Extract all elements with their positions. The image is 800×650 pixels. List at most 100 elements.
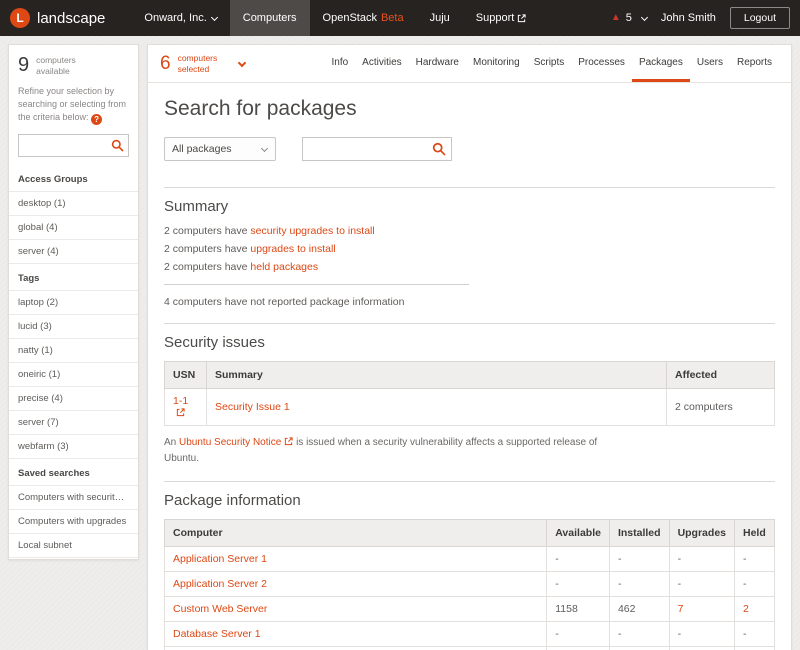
nav-item-openstack[interactable]: OpenStack Beta <box>310 0 417 36</box>
nav-item-computers[interactable]: Computers <box>230 0 310 36</box>
user-name[interactable]: John Smith <box>661 12 716 24</box>
tab-activities[interactable]: Activities <box>355 45 408 82</box>
computers-selected-control[interactable]: 6 computers selected <box>160 53 245 75</box>
search-icon[interactable] <box>111 139 124 152</box>
held-cell: - <box>735 547 775 572</box>
refine-text-body: Refine your selection by searching or se… <box>18 86 126 122</box>
computer-header: Computer <box>165 520 547 547</box>
available-cell: - <box>547 547 610 572</box>
search-icon[interactable] <box>432 142 446 156</box>
security-upgrades-link[interactable]: security upgrades to install <box>250 225 374 237</box>
access-group-item[interactable]: global (4) <box>9 216 138 240</box>
held-cell: - <box>735 572 775 597</box>
tags-title: Tags <box>9 264 138 290</box>
brand[interactable]: L landscape <box>10 0 121 36</box>
installed-cell: 462 <box>609 647 669 650</box>
issue-summary-cell: Security Issue 1 <box>207 389 667 426</box>
summary-header: Summary <box>207 362 667 389</box>
topbar-right: ▲ 5 John Smith Logout <box>611 0 800 36</box>
tab-packages[interactable]: Packages <box>632 45 690 82</box>
computer-cell: Application Server 2 <box>165 572 547 597</box>
security-issue-link[interactable]: Security Issue 1 <box>215 401 290 413</box>
external-link-icon <box>176 408 185 417</box>
available-header: Available <box>547 520 610 547</box>
tag-item[interactable]: webfarm (3) <box>9 435 138 459</box>
held-header: Held <box>735 520 775 547</box>
summary-title: Summary <box>164 198 775 215</box>
installed-cell: - <box>609 547 669 572</box>
upgrades-link[interactable]: upgrades to install <box>250 243 335 255</box>
tag-item[interactable]: natty (1) <box>9 339 138 363</box>
computer-link[interactable]: Application Server 1 <box>173 553 267 565</box>
package-filter-select[interactable]: All packages <box>164 137 276 161</box>
held-packages-link[interactable]: held packages <box>250 261 318 273</box>
usn-cell: 1-1 <box>165 389 207 426</box>
usn-note-prefix: An <box>164 437 179 448</box>
usn-note: An Ubuntu Security Notice is issued when… <box>164 435 609 466</box>
computer-link[interactable]: Custom Web Server <box>173 603 267 615</box>
usn-info-link-label: Ubuntu Security Notice <box>179 437 281 448</box>
available-count-label: computers available <box>36 55 88 75</box>
table-header-row: Computer Available Installed Upgrades He… <box>165 520 775 547</box>
help-icon[interactable]: ? <box>91 114 102 125</box>
tab-info[interactable]: Info <box>324 45 355 82</box>
logout-button[interactable]: Logout <box>730 7 790 29</box>
upgrades-count-link[interactable]: 7 <box>678 603 684 615</box>
usn-link[interactable]: 1-1 <box>173 395 188 419</box>
saved-search-item[interactable]: Computers with securit… <box>9 485 138 510</box>
tab-scripts[interactable]: Scripts <box>527 45 572 82</box>
tag-item[interactable]: laptop (2) <box>9 290 138 315</box>
saved-search-item[interactable]: Computers with upgrades <box>9 510 138 534</box>
nav-openstack-label: OpenStack <box>323 12 377 24</box>
tag-item[interactable]: server (7) <box>9 411 138 435</box>
tab-monitoring[interactable]: Monitoring <box>466 45 527 82</box>
available-cell: 1158 <box>547 647 610 650</box>
affected-header: Affected <box>667 362 775 389</box>
held-count-link[interactable]: 2 <box>743 603 749 615</box>
computer-cell: Database Server 1 <box>165 622 547 647</box>
held-cell: - <box>735 622 775 647</box>
sidebar-search <box>18 134 129 157</box>
affected-cell: 2 computers <box>667 389 775 426</box>
package-information-title: Package information <box>164 492 775 509</box>
computer-cell: HP Z400 Desktop <box>165 647 547 650</box>
tag-item[interactable]: precise (4) <box>9 387 138 411</box>
tab-hardware[interactable]: Hardware <box>409 45 466 82</box>
table-header-row: USN Summary Affected <box>165 362 775 389</box>
tab-users[interactable]: Users <box>690 45 730 82</box>
computer-cell: Custom Web Server <box>165 597 547 622</box>
computer-link[interactable]: Application Server 2 <box>173 578 267 590</box>
selected-count-label: computers selected <box>178 53 230 73</box>
main-panel: 6 computers selected Info Activities Har… <box>147 44 792 650</box>
usn-info-link[interactable]: Ubuntu Security Notice <box>179 437 293 448</box>
installed-cell: - <box>609 572 669 597</box>
main-tabs: Info Activities Hardware Monitoring Scri… <box>324 45 779 82</box>
security-issues-section: Security issues USN Summary Affected <box>164 323 775 466</box>
available-count-number: 9 <box>18 54 29 77</box>
computer-link[interactable]: Database Server 1 <box>173 628 261 640</box>
saved-search-item[interactable]: Local subnet <box>9 534 138 558</box>
access-group-item[interactable]: desktop (1) <box>9 191 138 216</box>
external-link-icon <box>284 437 293 446</box>
package-search-form: All packages <box>164 137 775 161</box>
available-cell: - <box>547 622 610 647</box>
tag-item[interactable]: lucid (3) <box>9 315 138 339</box>
tag-item[interactable]: oneiric (1) <box>9 363 138 387</box>
table-row: Custom Web Server 1158 462 7 2 <box>165 597 775 622</box>
tab-reports[interactable]: Reports <box>730 45 779 82</box>
nav-item-juju[interactable]: Juju <box>417 0 463 36</box>
nav-item-org[interactable]: Onward, Inc. <box>131 0 229 36</box>
tab-processes[interactable]: Processes <box>571 45 632 82</box>
available-cell: 1158 <box>547 597 610 622</box>
available-cell: - <box>547 572 610 597</box>
upgrades-cell: - <box>669 572 734 597</box>
summary-line: 2 computers have security upgrades to in… <box>164 225 775 237</box>
upgrades-cell: - <box>669 622 734 647</box>
not-reported-line: 4 computers have not reported package in… <box>164 296 775 308</box>
summary-divider <box>164 284 469 285</box>
alerts-indicator[interactable]: ▲ 5 <box>611 12 647 24</box>
package-search-input[interactable] <box>302 137 452 161</box>
access-group-item[interactable]: server (4) <box>9 240 138 264</box>
chevron-down-icon <box>211 13 218 20</box>
nav-item-support[interactable]: Support <box>463 0 540 36</box>
